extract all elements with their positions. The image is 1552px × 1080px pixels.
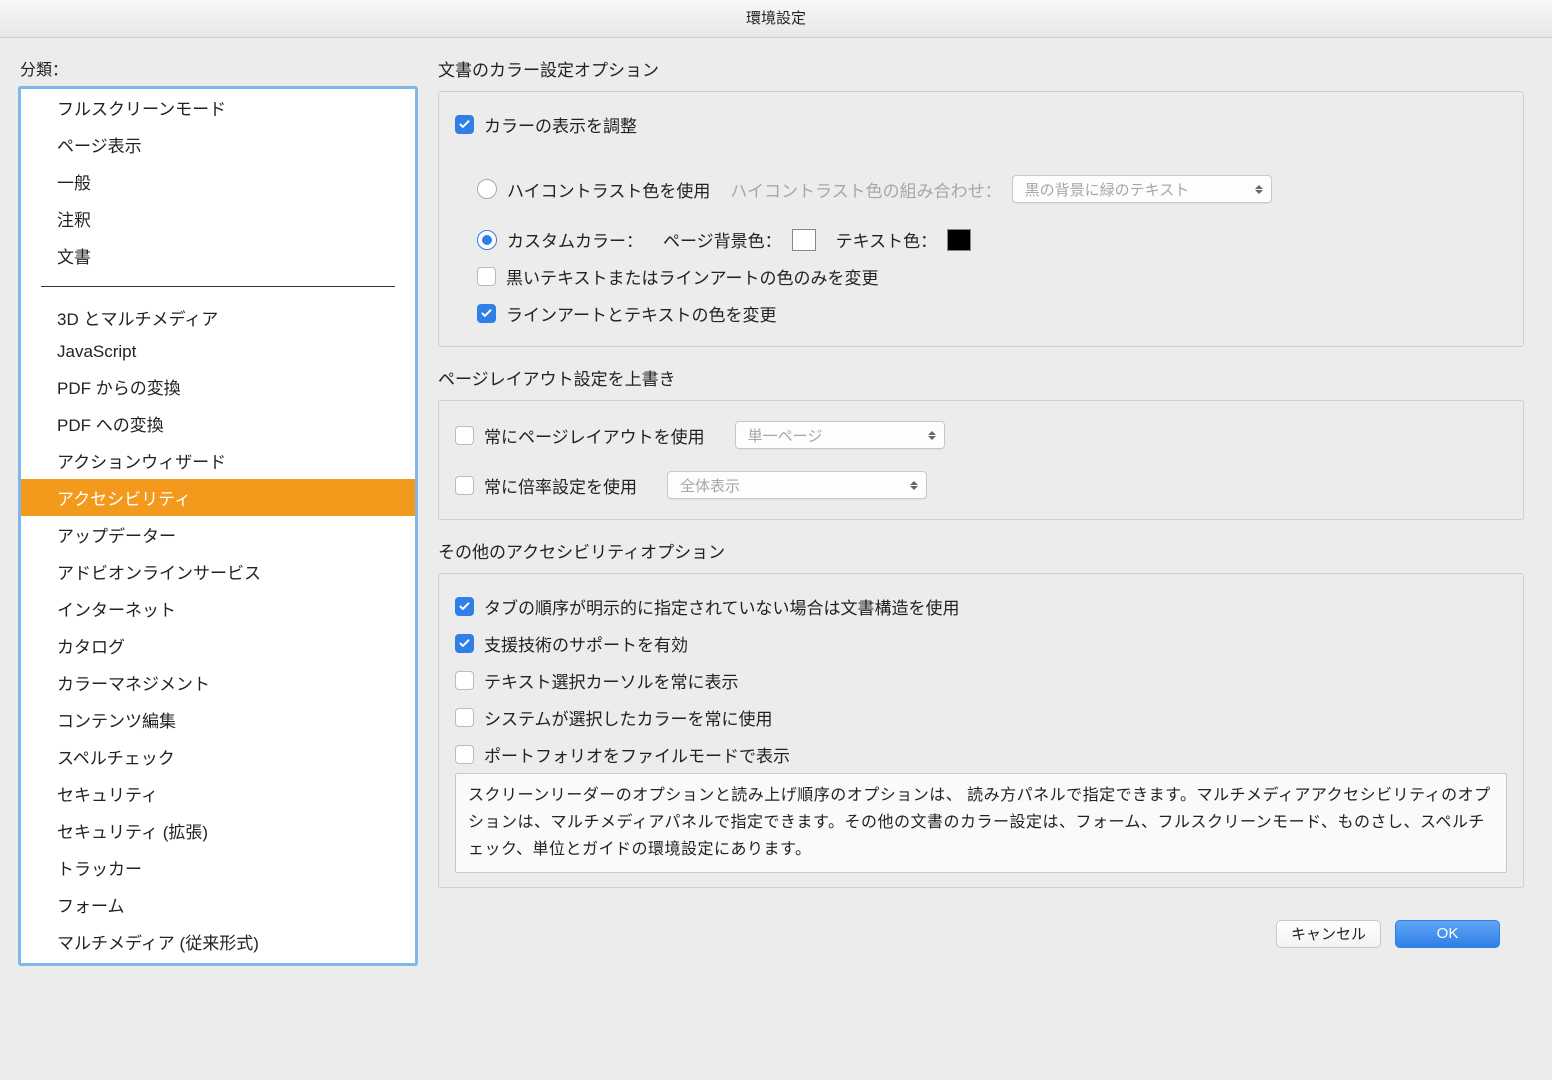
sidebar-item[interactable]: アップデーター (21, 516, 415, 553)
sidebar-item[interactable]: コンテンツ編集 (21, 701, 415, 738)
label-page-bg: ページ背景色： (663, 227, 782, 252)
label-adjust-colors: カラーの表示を調整 (484, 112, 637, 137)
sidebar-item[interactable]: アドビオンラインサービス (21, 553, 415, 590)
swatch-text-color[interactable] (947, 229, 971, 251)
swatch-page-bg[interactable] (792, 229, 816, 251)
label-text-color: テキスト色： (836, 227, 938, 252)
section-colors: カラーの表示を調整 ハイコントラスト色を使用 ハイコントラスト色の組み合わせ： … (438, 91, 1524, 347)
label-portfolio: ポートフォリオをファイルモードで表示 (484, 742, 790, 767)
label-custom-colors: カスタムカラー： (507, 227, 643, 252)
sidebar-item[interactable]: 文書 (21, 237, 415, 274)
sidebar-item[interactable]: フルスクリーンモード (21, 89, 415, 126)
checkbox-only-black[interactable] (477, 267, 496, 286)
sidebar-item[interactable]: JavaScript (21, 336, 415, 368)
cancel-button[interactable]: キャンセル (1276, 920, 1381, 948)
chevron-updown-icon (1255, 185, 1263, 194)
label-high-contrast: ハイコントラスト色を使用 (507, 177, 710, 202)
sidebar-item[interactable]: アクションウィザード (21, 442, 415, 479)
section-other: タブの順序が明示的に指定されていない場合は文書構造を使用 支援技術のサポートを有… (438, 573, 1524, 888)
select-value: 黒の背景に緑のテキスト (1025, 179, 1190, 200)
sidebar-item[interactable]: アクセシビリティ (21, 479, 415, 516)
sidebar-item[interactable]: 注釈 (21, 200, 415, 237)
label-always-layout: 常にページレイアウトを使用 (484, 423, 705, 448)
sidebar: フルスクリーンモードページ表示一般注釈文書 3D とマルチメディアJavaScr… (18, 86, 418, 966)
label-system-colors: システムが選択したカラーを常に使用 (484, 705, 773, 730)
checkbox-tab-order[interactable] (455, 597, 474, 616)
radio-high-contrast[interactable] (477, 179, 497, 199)
select-page-layout[interactable]: 単一ページ (735, 421, 945, 449)
sidebar-item[interactable]: カタログ (21, 627, 415, 664)
ok-button[interactable]: OK (1395, 920, 1500, 948)
section-layout-title: ページレイアウト設定を上書き (438, 361, 1524, 400)
checkbox-assistive[interactable] (455, 634, 474, 653)
sidebar-item[interactable]: セキュリティ (拡張) (21, 812, 415, 849)
sidebar-item[interactable]: マルチメディア (従来形式) (21, 923, 415, 960)
label-always-zoom: 常に倍率設定を使用 (484, 473, 637, 498)
select-zoom[interactable]: 全体表示 (667, 471, 927, 499)
sidebar-divider (41, 286, 395, 287)
section-colors-title: 文書のカラー設定オプション (438, 52, 1524, 91)
checkbox-lineart[interactable] (477, 304, 496, 323)
chevron-updown-icon (928, 431, 936, 440)
chevron-updown-icon (910, 481, 918, 490)
sidebar-item[interactable]: セキュリティ (21, 775, 415, 812)
label-lineart: ラインアートとテキストの色を変更 (506, 301, 776, 326)
section-other-title: その他のアクセシビリティオプション (438, 534, 1524, 573)
select-high-contrast-combo[interactable]: 黒の背景に緑のテキスト (1012, 175, 1272, 203)
sidebar-item[interactable]: 一般 (21, 163, 415, 200)
window-title: 環境設定 (0, 0, 1552, 38)
sidebar-item[interactable]: PDF からの変換 (21, 368, 415, 405)
sidebar-item[interactable]: フォーム (21, 886, 415, 923)
select-value: 単一ページ (748, 425, 823, 446)
label-tab-order: タブの順序が明示的に指定されていない場合は文書構造を使用 (484, 594, 960, 619)
checkbox-system-colors[interactable] (455, 708, 474, 727)
sidebar-item[interactable]: トラッカー (21, 849, 415, 886)
checkbox-portfolio[interactable] (455, 745, 474, 764)
label-high-contrast-combo: ハイコントラスト色の組み合わせ： (730, 177, 1001, 202)
sidebar-item[interactable]: スペルチェック (21, 738, 415, 775)
select-value: 全体表示 (680, 475, 740, 496)
label-only-black: 黒いテキストまたはラインアートの色のみを変更 (506, 264, 878, 289)
info-text: スクリーンリーダーのオプションと読み上げ順序のオプションは、 読み方パネルで指定… (455, 773, 1507, 873)
checkbox-always-zoom[interactable] (455, 476, 474, 495)
sidebar-item[interactable]: PDF への変換 (21, 405, 415, 442)
sidebar-item[interactable]: カラーマネジメント (21, 664, 415, 701)
sidebar-label: 分類： (18, 52, 418, 86)
label-text-cursor: テキスト選択カーソルを常に表示 (484, 668, 739, 693)
checkbox-adjust-colors[interactable] (455, 115, 474, 134)
sidebar-item[interactable]: 3D とマルチメディア (21, 299, 415, 336)
sidebar-item[interactable]: インターネット (21, 590, 415, 627)
checkbox-always-layout[interactable] (455, 426, 474, 445)
label-assistive: 支援技術のサポートを有効 (484, 631, 688, 656)
sidebar-item[interactable]: ページ表示 (21, 126, 415, 163)
section-layout: 常にページレイアウトを使用 単一ページ 常に倍率設定を使用 全体表示 (438, 400, 1524, 520)
checkbox-text-cursor[interactable] (455, 671, 474, 690)
radio-custom-colors[interactable] (477, 230, 497, 250)
